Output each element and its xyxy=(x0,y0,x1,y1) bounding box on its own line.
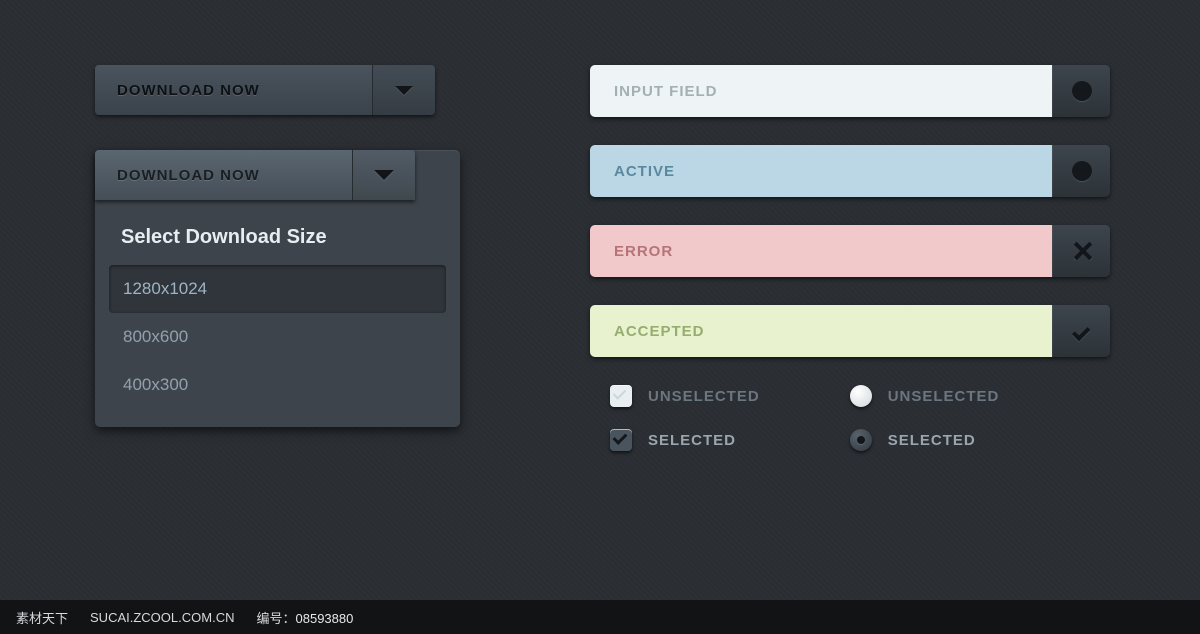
checkbox-selected-label: SELECTED xyxy=(648,432,736,449)
radio-unselected-label: UNSELECTED xyxy=(888,388,1000,405)
download-button-1-label: DOWNLOAD NOW xyxy=(95,65,373,115)
dropdown-header: Select Download Size xyxy=(95,200,460,265)
checkbox-icon xyxy=(610,385,632,407)
input-accepted-icon-slot[interactable] xyxy=(1052,305,1110,357)
radio-checked-icon xyxy=(850,429,872,451)
input-error[interactable]: ERROR xyxy=(590,225,1110,277)
footer-site: 素材天下 xyxy=(16,608,68,627)
radio-selected-label: SELECTED xyxy=(888,432,976,449)
close-icon xyxy=(1072,241,1092,261)
input-active[interactable]: ACTIVE xyxy=(590,145,1110,197)
download-button-2-caret[interactable] xyxy=(353,150,415,200)
footer-id: 08593880 xyxy=(296,611,354,626)
dropdown-item-0[interactable]: 1280x1024 xyxy=(109,265,446,313)
dropdown-item-2[interactable]: 400x300 xyxy=(109,361,446,409)
checkbox-unselected-label: UNSELECTED xyxy=(648,388,760,405)
download-button-1[interactable]: DOWNLOAD NOW xyxy=(95,65,435,115)
checkbox-checked-icon xyxy=(610,429,632,451)
input-accepted[interactable]: ACCEPTED xyxy=(590,305,1110,357)
dot-icon xyxy=(1072,161,1092,181)
checkbox-selected[interactable]: SELECTED xyxy=(610,429,760,451)
checkbox-unselected[interactable]: UNSELECTED xyxy=(610,385,760,407)
input-error-icon-slot[interactable] xyxy=(1052,225,1110,277)
radio-icon xyxy=(850,385,872,407)
download-dropdown-panel: DOWNLOAD NOW Select Download Size 1280x1… xyxy=(95,150,460,427)
controls-group: UNSELECTED SELECTED UNSELECTED SELECTED xyxy=(590,385,1110,451)
check-icon xyxy=(1071,320,1093,342)
dropdown-item-1[interactable]: 800x600 xyxy=(109,313,446,361)
chevron-down-icon xyxy=(395,86,413,95)
footer-bar: 素材天下 SUCAI.ZCOOL.COM.CN 编号：08593880 xyxy=(0,600,1200,634)
radio-selected[interactable]: SELECTED xyxy=(850,429,1000,451)
input-active-icon-slot[interactable] xyxy=(1052,145,1110,197)
download-button-1-caret[interactable] xyxy=(373,65,435,115)
download-button-2[interactable]: DOWNLOAD NOW xyxy=(95,150,415,200)
input-active-label: ACTIVE xyxy=(590,145,1052,197)
input-accepted-label: ACCEPTED xyxy=(590,305,1052,357)
radio-unselected[interactable]: UNSELECTED xyxy=(850,385,1000,407)
input-error-label: ERROR xyxy=(590,225,1052,277)
input-default-label: INPUT FIELD xyxy=(590,65,1052,117)
download-button-2-label: DOWNLOAD NOW xyxy=(95,150,353,200)
dot-icon xyxy=(1072,81,1092,101)
input-default[interactable]: INPUT FIELD xyxy=(590,65,1110,117)
footer-url: SUCAI.ZCOOL.COM.CN xyxy=(90,610,234,625)
chevron-down-icon xyxy=(374,170,394,180)
input-default-icon-slot[interactable] xyxy=(1052,65,1110,117)
footer-id-label: 编号： xyxy=(256,611,295,626)
